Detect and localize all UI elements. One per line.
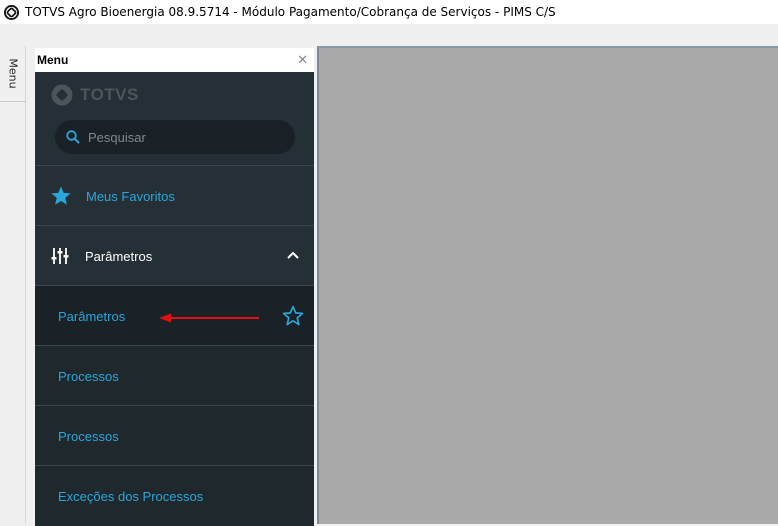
totvs-brand: TOTVS: [50, 83, 139, 107]
main-content-area: [317, 46, 778, 524]
section-parametros[interactable]: Parâmetros: [35, 226, 314, 286]
favorites-label: Meus Favoritos: [86, 188, 175, 204]
search-box[interactable]: [55, 120, 295, 154]
menu-panel-title: Menu: [37, 53, 69, 67]
menu-item-processos[interactable]: Processos: [35, 406, 314, 466]
menu-item-label: Processos: [58, 428, 119, 444]
section-label: Parâmetros: [85, 248, 153, 264]
sliders-icon: [51, 248, 69, 264]
side-strip: Menu: [0, 46, 26, 524]
red-arrow-annotation: [159, 313, 259, 323]
window-title-bar: TOTVS Agro Bioenergia 08.9.5714 - Módulo…: [0, 0, 778, 24]
window-title: TOTVS Agro Bioenergia 08.9.5714 - Módulo…: [25, 5, 556, 19]
star-icon: [51, 186, 71, 205]
search-icon: [66, 130, 80, 144]
totvs-logo-icon: [51, 84, 73, 106]
totvs-logo-icon: [4, 4, 19, 20]
menu-item-parametros[interactable]: Parâmetros: [35, 286, 314, 346]
menu-item-processos[interactable]: Processos: [35, 346, 314, 406]
menu-side-tab[interactable]: Menu: [0, 46, 26, 102]
menu-item-excecoes-processos[interactable]: Exceções dos Processos: [35, 466, 314, 526]
menu-item-label: Processos: [58, 368, 119, 384]
menu-panel: Menu ✕ TOTVS Meus Favoritos: [35, 48, 314, 526]
close-icon[interactable]: ✕: [297, 54, 308, 67]
favorites-item[interactable]: Meus Favoritos: [35, 166, 314, 226]
menu-side-tab-label: Menu: [6, 58, 20, 89]
menu-item-label: Parâmetros: [58, 308, 126, 324]
brand-name: TOTVS: [80, 85, 139, 104]
chevron-up-icon[interactable]: [286, 248, 300, 262]
star-outline-icon[interactable]: [282, 305, 304, 327]
search-input[interactable]: [88, 129, 268, 145]
menu-panel-header: Menu ✕: [35, 48, 314, 72]
menu-item-label: Exceções dos Processos: [58, 488, 204, 504]
